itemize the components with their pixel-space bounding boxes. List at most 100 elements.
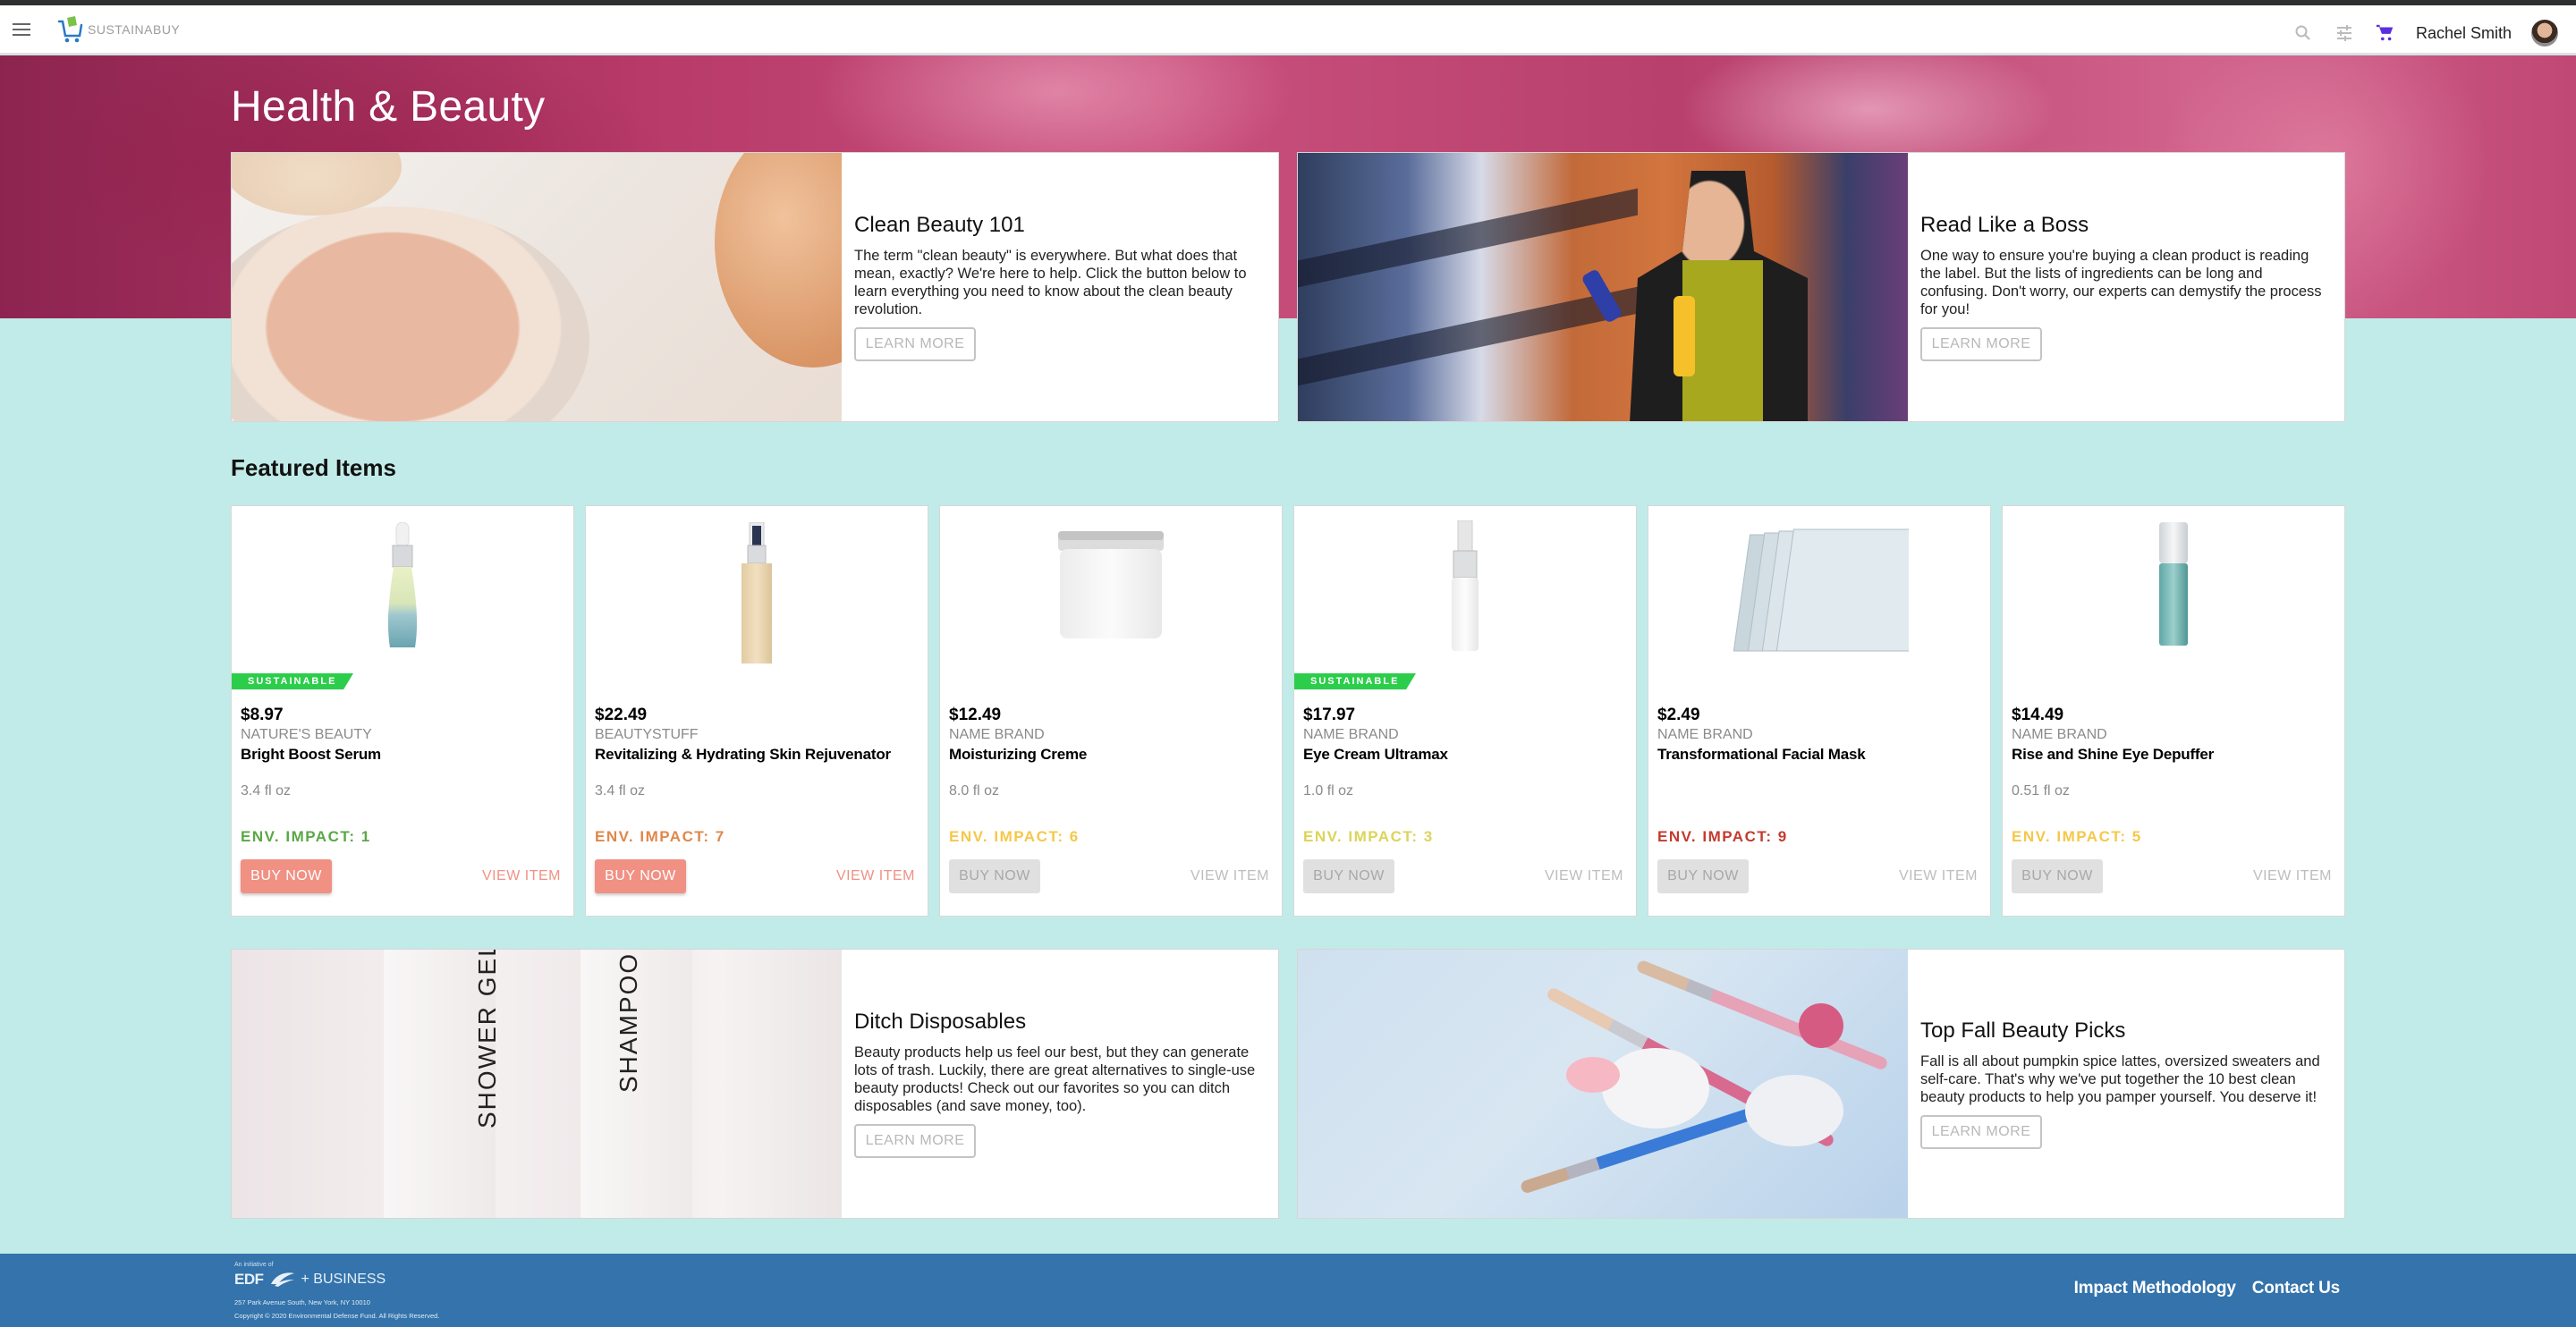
promo-card-ditch-disposables: SHOWER GEL SHAMPOO Ditch Disposables Bea… xyxy=(231,949,1279,1219)
promo-image-store-shopper xyxy=(1298,153,1908,421)
image-label-shower-gel: SHOWER GEL xyxy=(473,950,501,1128)
product-card[interactable]: $14.49 NAME BRAND Rise and Shine Eye Depuf… xyxy=(2002,505,2345,917)
user-name[interactable]: Rachel Smith xyxy=(2416,24,2512,43)
product-name[interactable]: Rise and Shine Eye Depuffer xyxy=(2012,745,2335,765)
product-name[interactable]: Transformational Facial Mask xyxy=(1657,745,1981,765)
product-image[interactable] xyxy=(2003,506,2344,667)
learn-more-button[interactable]: LEARN MORE xyxy=(1920,1115,2042,1149)
view-item-link[interactable]: VIEW ITEM xyxy=(1191,868,1269,884)
product-size: 1.0 fl oz xyxy=(1303,783,1354,799)
sustainable-badge: SUSTAINABLE xyxy=(1294,673,1416,689)
promo-image-shower-bottles: SHOWER GEL SHAMPOO xyxy=(232,950,842,1218)
product-name[interactable]: Eye Cream Ultramax xyxy=(1303,745,1627,765)
buy-now-button[interactable]: BUY NOW xyxy=(949,859,1040,893)
learn-more-button[interactable]: LEARN MORE xyxy=(854,1124,976,1158)
env-impact-score: ENV. IMPACT: 5 xyxy=(2012,828,2142,845)
promo-text: Fall is all about pumpkin spice lattes, … xyxy=(1920,1053,2320,1105)
promo-title: Read Like a Boss xyxy=(1920,213,2089,237)
env-impact-score: ENV. IMPACT: 6 xyxy=(949,828,1080,845)
footer-address: 257 Park Avenue South, New York, NY 1001… xyxy=(234,1298,370,1306)
product-price: $12.49 xyxy=(949,706,1002,724)
view-item-link[interactable]: VIEW ITEM xyxy=(1545,868,1623,884)
product-image[interactable] xyxy=(232,506,573,667)
business-wordmark: + BUSINESS xyxy=(301,1272,386,1287)
hamburger-menu-icon[interactable] xyxy=(13,23,30,36)
product-price: $2.49 xyxy=(1657,706,1700,724)
user-avatar[interactable] xyxy=(2531,20,2558,46)
page-title: Health & Beauty xyxy=(231,83,546,131)
promo-text: The term "clean beauty" is everywhere. B… xyxy=(854,248,1247,317)
promo-title: Ditch Disposables xyxy=(854,1010,1027,1034)
footer-copyright: Copyright © 2020 Environmental Defense F… xyxy=(234,1312,440,1320)
product-image[interactable] xyxy=(586,506,928,667)
footer-link-impact-methodology[interactable]: Impact Methodology xyxy=(2074,1279,2236,1298)
footer-initiative-text: An initiative of xyxy=(234,1262,274,1268)
footer-link-contact-us[interactable]: Contact Us xyxy=(2252,1279,2340,1298)
buy-now-button[interactable]: BUY NOW xyxy=(241,859,332,893)
product-brand: NAME BRAND xyxy=(2012,727,2107,742)
edf-wing-icon xyxy=(270,1272,294,1287)
promo-title: Top Fall Beauty Picks xyxy=(1920,1018,2126,1043)
product-image[interactable] xyxy=(1648,506,1990,667)
view-item-link[interactable]: VIEW ITEM xyxy=(1899,868,1978,884)
product-price: $8.97 xyxy=(241,706,284,724)
product-image-cream-jar xyxy=(1058,531,1164,638)
learn-more-button[interactable]: LEARN MORE xyxy=(854,327,976,361)
product-name[interactable]: Moisturizing Creme xyxy=(949,745,1273,765)
env-impact-score: ENV. IMPACT: 7 xyxy=(595,828,725,845)
featured-items-heading: Featured Items xyxy=(231,454,396,481)
product-price: $17.97 xyxy=(1303,706,1356,724)
product-card[interactable]: $2.49 NAME BRAND Transformational Facial M… xyxy=(1648,505,1991,917)
product-card[interactable]: SUSTAINABLE $8.97 NATURE'S BEAUTY Bright Bo… xyxy=(231,505,574,917)
promo-image-makeup xyxy=(1298,950,1908,1218)
product-brand: NAME BRAND xyxy=(1657,727,1753,742)
sustainable-badge: SUSTAINABLE xyxy=(232,673,353,689)
promo-image-powder xyxy=(232,153,842,421)
product-image[interactable] xyxy=(1294,506,1636,667)
edf-business-logo[interactable]: EDF + BUSINESS xyxy=(234,1271,386,1289)
product-card[interactable]: $22.49 BEAUTYSTUFF Revitalizing & Hydratin… xyxy=(585,505,928,917)
appbar-actions: Rachel Smith xyxy=(2292,11,2558,55)
product-price: $22.49 xyxy=(595,706,648,724)
cart-leaf-logo-icon xyxy=(57,16,83,43)
env-impact-score: ENV. IMPACT: 3 xyxy=(1303,828,1434,845)
env-impact-score: ENV. IMPACT: 9 xyxy=(1657,828,1788,845)
product-size: 3.4 fl oz xyxy=(595,783,646,799)
product-price: $14.49 xyxy=(2012,706,2064,724)
view-item-link[interactable]: VIEW ITEM xyxy=(836,868,915,884)
promo-title: Clean Beauty 101 xyxy=(854,213,1025,237)
view-item-link[interactable]: VIEW ITEM xyxy=(2253,868,2332,884)
logo[interactable]: SUSTAINABUY xyxy=(57,14,180,45)
product-name[interactable]: Revitalizing & Hydrating Skin Rejuvenato… xyxy=(595,745,919,765)
product-image[interactable] xyxy=(940,506,1282,667)
buy-now-button[interactable]: BUY NOW xyxy=(1657,859,1749,893)
env-impact-score: ENV. IMPACT: 1 xyxy=(241,828,371,845)
shopping-cart-icon[interactable] xyxy=(2375,22,2396,44)
learn-more-button[interactable]: LEARN MORE xyxy=(1920,327,2042,361)
promo-card-clean-beauty: Clean Beauty 101 The term "clean beauty"… xyxy=(231,152,1279,422)
promo-text: Beauty products help us feel our best, b… xyxy=(854,1044,1256,1114)
product-image-eye-cream-pump xyxy=(1452,520,1479,651)
tune-sliders-icon[interactable] xyxy=(2334,22,2355,44)
product-image-depuffer-bottle xyxy=(2159,522,2188,646)
promo-card-fall-beauty-picks: Top Fall Beauty Picks Fall is all about … xyxy=(1297,949,2345,1219)
product-brand: BEAUTYSTUFF xyxy=(595,727,699,742)
search-icon[interactable] xyxy=(2292,22,2314,44)
product-size: 8.0 fl oz xyxy=(949,783,1000,799)
promo-card-read-like-a-boss: Read Like a Boss One way to ensure you'r… xyxy=(1297,152,2345,422)
product-size: 3.4 fl oz xyxy=(241,783,292,799)
product-card[interactable]: SUSTAINABLE $17.97 NAME BRAND Eye Cream Ult… xyxy=(1293,505,1637,917)
product-image-spray-bottle xyxy=(741,522,772,664)
app-bar: SUSTAINABUY Rachel Smith xyxy=(0,5,2576,55)
product-image-facial-masks xyxy=(1733,528,1909,652)
brand-name: SUSTAINABUY xyxy=(88,22,181,37)
edf-wordmark: EDF xyxy=(234,1271,264,1288)
product-size: 0.51 fl oz xyxy=(2012,783,2070,799)
footer-links: Impact Methodology Contact Us xyxy=(2074,1279,2341,1298)
buy-now-button[interactable]: BUY NOW xyxy=(1303,859,1394,893)
product-name[interactable]: Bright Boost Serum xyxy=(241,745,564,765)
buy-now-button[interactable]: BUY NOW xyxy=(595,859,686,893)
product-card[interactable]: $12.49 NAME BRAND Moisturizing Creme 8.0 fl… xyxy=(939,505,1283,917)
buy-now-button[interactable]: BUY NOW xyxy=(2012,859,2103,893)
view-item-link[interactable]: VIEW ITEM xyxy=(482,868,561,884)
